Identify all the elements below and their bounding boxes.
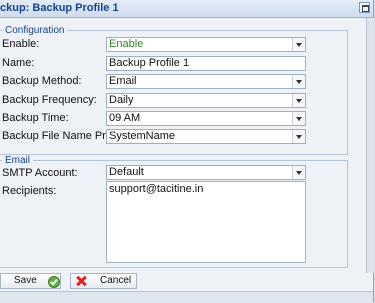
smtp-account-value: Default xyxy=(109,166,144,178)
form-footer: Save Cancel xyxy=(0,273,373,290)
chevron-down-icon[interactable] xyxy=(292,38,305,51)
name-value: Backup Profile 1 xyxy=(109,57,190,69)
backup-frequency-label: Backup Frequency: xyxy=(2,94,97,106)
restore-icon[interactable] xyxy=(359,2,370,13)
chevron-down-icon[interactable] xyxy=(292,75,305,88)
check-circle-icon xyxy=(48,276,60,288)
close-icon xyxy=(75,275,87,287)
window-bottom-edge xyxy=(0,291,373,303)
backup-frequency-value: Daily xyxy=(109,94,134,106)
enable-select[interactable]: Enable xyxy=(106,37,306,52)
chevron-down-icon[interactable] xyxy=(292,112,305,125)
enable-value: Enable xyxy=(109,38,144,50)
recipients-value: support@tacitine.in xyxy=(109,183,204,195)
configuration-legend: Configuration xyxy=(5,25,65,36)
file-prefix-value: SystemName xyxy=(109,130,176,142)
name-label: Name: xyxy=(2,57,35,69)
backup-method-value: Email xyxy=(109,75,137,87)
backup-time-label: Backup Time: xyxy=(2,112,69,124)
smtp-account-label: SMTP Account: xyxy=(2,167,78,179)
smtp-account-select[interactable]: Default xyxy=(106,165,306,180)
backup-method-label: Backup Method: xyxy=(2,75,82,87)
save-button[interactable]: Save xyxy=(0,273,61,289)
backup-profile-window: ckup: Backup Profile 1 Configuration Ena… xyxy=(0,0,374,303)
window-title: ckup: Backup Profile 1 xyxy=(0,2,119,14)
enable-label: Enable: xyxy=(2,38,40,50)
backup-time-value: 09 AM xyxy=(109,112,141,124)
email-legend: Email xyxy=(5,155,31,166)
file-prefix-select[interactable]: SystemName xyxy=(106,129,306,144)
backup-method-select[interactable]: Email xyxy=(106,74,306,89)
backup-frequency-select[interactable]: Daily xyxy=(106,93,306,108)
recipients-label: Recipients: xyxy=(2,185,57,197)
chevron-down-icon[interactable] xyxy=(292,130,305,143)
name-input[interactable]: Backup Profile 1 xyxy=(106,56,306,71)
window-titlebar[interactable]: ckup: Backup Profile 1 xyxy=(0,0,373,18)
recipients-textarea[interactable]: support@tacitine.in xyxy=(106,181,306,263)
vertical-scrollbar[interactable] xyxy=(366,18,374,273)
backup-time-select[interactable]: 09 AM xyxy=(106,111,306,126)
chevron-down-icon[interactable] xyxy=(292,166,305,179)
cancel-label: Cancel xyxy=(100,275,132,286)
chevron-down-icon[interactable] xyxy=(292,94,305,107)
save-label: Save xyxy=(14,275,37,286)
cancel-button[interactable]: Cancel xyxy=(70,273,137,289)
